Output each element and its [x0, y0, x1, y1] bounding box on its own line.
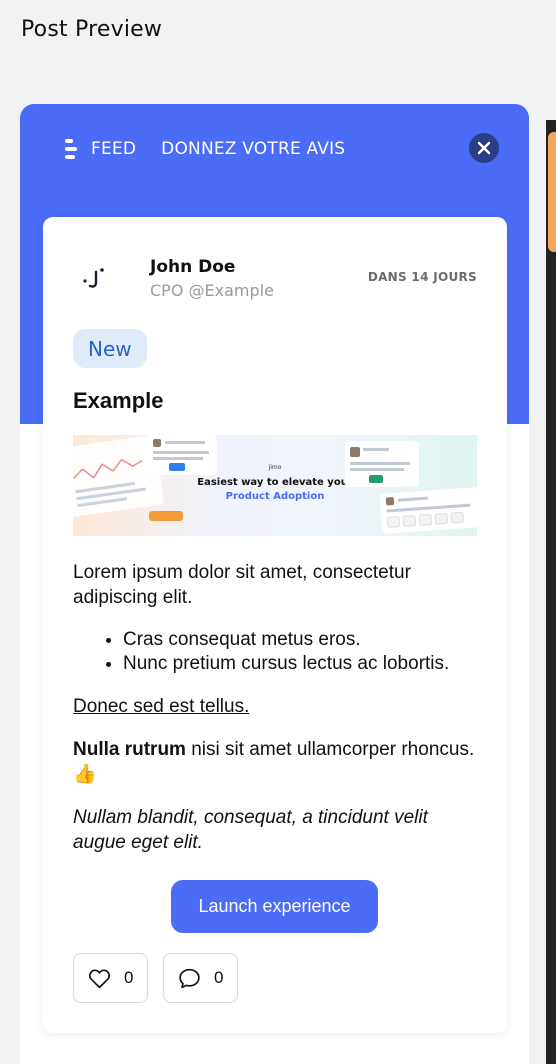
post-card: John Doe CPO @Example DANS 14 JOURS New …: [43, 217, 507, 1033]
post-title: Example: [73, 388, 164, 413]
close-icon: [477, 141, 491, 155]
post-banner-image: jimo Easiest way to elevate your Product…: [73, 435, 477, 536]
svg-text:Product Adoption: Product Adoption: [226, 491, 325, 502]
bold-text: Nulla rutrum: [73, 739, 186, 760]
launch-experience-button[interactable]: Launch experience: [171, 880, 378, 933]
post-paragraph-mixed: Nulla rutrum nisi sit amet ullamcorper r…: [73, 737, 483, 787]
regular-text: nisi sit amet ullamcorper rhoncus.: [185, 739, 475, 760]
background-panel-accent: [548, 132, 556, 252]
page-title: Post Preview: [21, 17, 163, 42]
status-badge: New: [73, 329, 147, 368]
post-date: DANS 14 JOURS: [367, 270, 477, 284]
close-button[interactable]: [469, 133, 499, 163]
widget-nav: FEED DONNEZ VOTRE AVIS: [65, 138, 370, 160]
author-name: John Doe: [150, 257, 236, 277]
post-paragraph: Lorem ipsum dolor sit amet, consectetur …: [73, 562, 411, 608]
thumbs-up-icon: 👍: [73, 764, 97, 785]
author-role: CPO @Example: [150, 281, 274, 300]
comment-icon: [179, 968, 200, 988]
list-item: Cras consequat metus eros.: [123, 628, 483, 652]
feed-icon: [65, 139, 77, 159]
heart-icon: [88, 969, 111, 988]
background-panel-edge: [546, 120, 556, 1064]
author-avatar: [73, 255, 119, 301]
svg-text:jimo: jimo: [268, 464, 282, 471]
like-count: 0: [124, 968, 134, 987]
post-content: Lorem ipsum dolor sit amet, consectetur …: [73, 560, 483, 873]
underlined-text: Donec sed est tellus.: [73, 696, 250, 717]
comment-count: 0: [214, 968, 224, 987]
like-button[interactable]: 0: [73, 953, 148, 1003]
list-item: Nunc pretium cursus lectus ac lobortis.: [123, 652, 483, 676]
italic-text: Nullam blandit, consequat, a tincidunt v…: [73, 807, 428, 853]
post-list: Cras consequat metus eros. Nunc pretium …: [123, 628, 483, 676]
tab-feedback[interactable]: DONNEZ VOTRE AVIS: [161, 139, 345, 159]
svg-text:Easiest way to elevate your: Easiest way to elevate your: [197, 477, 353, 488]
comment-button[interactable]: 0: [163, 953, 238, 1003]
tab-feed[interactable]: FEED: [91, 139, 136, 159]
feed-widget: FEED DONNEZ VOTRE AVIS John Doe CPO @Exa…: [20, 104, 529, 1064]
